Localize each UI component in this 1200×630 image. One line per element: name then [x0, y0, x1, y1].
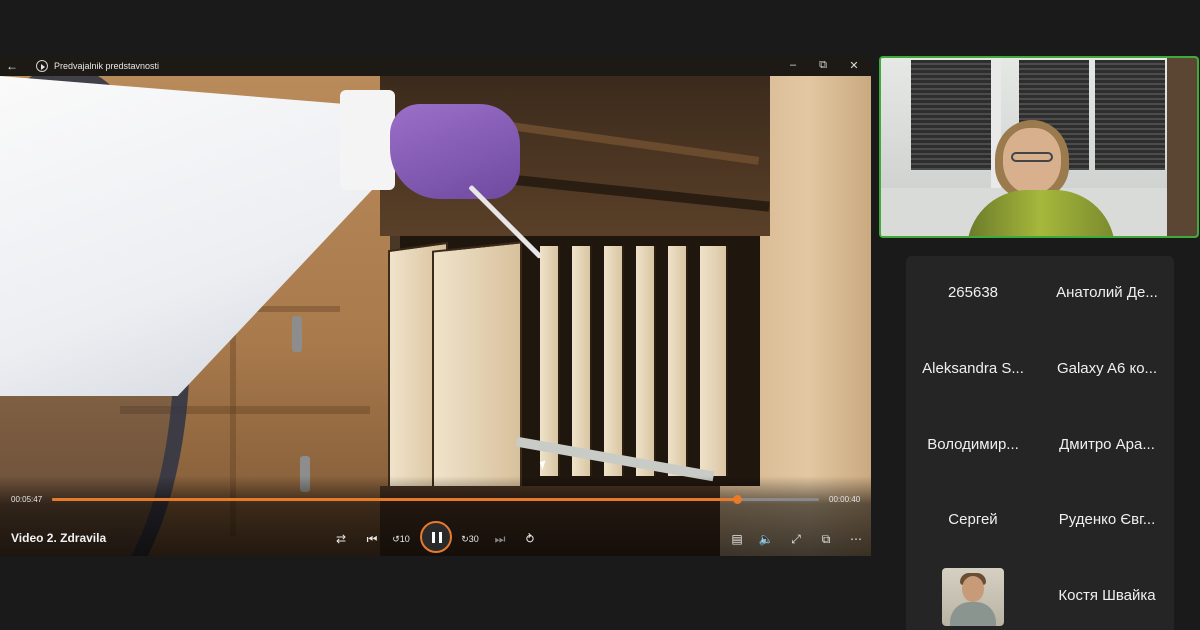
seek-bar[interactable]: [52, 495, 819, 504]
door-hinge: [292, 316, 302, 352]
participants-panel: 265638 Анатолий Де... Aleksandra S... Ga…: [878, 0, 1200, 630]
participant-name[interactable]: Володимир...: [906, 436, 1040, 453]
minimize-icon[interactable]: –: [778, 59, 808, 71]
hive-frame: [572, 246, 592, 476]
remaining-time: 00:00:40: [829, 495, 861, 504]
participant-grid: 265638 Анатолий Де... Aleksandra S... Ga…: [906, 256, 1174, 630]
participant-name[interactable]: Костя Швайка: [1040, 587, 1174, 604]
active-speaker-video[interactable]: [879, 56, 1199, 238]
participant-name[interactable]: 265638: [906, 284, 1040, 301]
restore-icon[interactable]: ⧉: [808, 59, 838, 72]
hive-frame: [636, 246, 656, 476]
elapsed-time: 00:05:47: [11, 495, 43, 504]
window-title: Predvajalnik predstavnosti: [54, 61, 160, 71]
app-icon: [36, 60, 48, 72]
pause-button[interactable]: [420, 521, 452, 553]
bookshelf: [1167, 58, 1197, 236]
participant-name[interactable]: Руденко Євг...: [1040, 511, 1174, 528]
shuffle-icon[interactable]: ⇄: [330, 528, 352, 550]
title-bar: ← Predvajalnik predstavnosti – ⧉ ✕: [0, 56, 871, 76]
back-arrow-icon[interactable]: ←: [0, 59, 24, 73]
close-icon[interactable]: ✕: [839, 59, 869, 72]
participant-name[interactable]: Анатолий Де...: [1040, 284, 1174, 301]
video-title: Video 2. Zdravila: [11, 531, 107, 545]
participant-name[interactable]: Сергей: [906, 511, 1040, 528]
next-icon[interactable]: ⏭: [489, 528, 511, 550]
hive-frame: [700, 246, 728, 476]
seek-bar-progress: [52, 498, 737, 501]
subtitles-icon[interactable]: ▤: [726, 528, 748, 550]
hive-frame: [668, 246, 688, 476]
skip-forward-30-icon[interactable]: ↻30: [459, 528, 481, 550]
previous-icon[interactable]: ⏮: [361, 528, 383, 550]
window-blind: [1095, 60, 1165, 170]
mini-player-icon[interactable]: ⧉: [815, 528, 837, 550]
shared-screen-area: ← Predvajalnik predstavnosti – ⧉ ✕ 00:05…: [0, 0, 878, 630]
media-player-window: ← Predvajalnik predstavnosti – ⧉ ✕ 00:05…: [0, 56, 871, 556]
participant-name[interactable]: Galaxy A6 ко...: [1040, 360, 1174, 377]
avatar-face: [962, 576, 984, 602]
sleeve-cuff: [340, 90, 395, 190]
window-blind: [911, 60, 991, 170]
volume-icon[interactable]: 🔈: [755, 528, 777, 550]
participant-name[interactable]: Aleksandra S...: [906, 360, 1040, 377]
fullscreen-icon[interactable]: ⤢: [785, 528, 807, 550]
participant-avatar[interactable]: [942, 568, 1004, 626]
avatar-body: [950, 602, 996, 626]
more-icon[interactable]: ⋯: [845, 528, 867, 550]
purple-glove: [390, 104, 520, 199]
participant-name[interactable]: Дмитро Ара...: [1040, 436, 1174, 453]
skip-back-10-icon[interactable]: ↺10: [390, 528, 412, 550]
hive-frame: [604, 246, 624, 476]
pause-icon: [432, 532, 435, 543]
playback-controls: 00:05:47 00:00:40 Video 2. Zdravila ⇄ ⏮ …: [0, 476, 871, 556]
pause-icon: [439, 532, 442, 543]
repeat-off-icon[interactable]: ⥁: [519, 528, 541, 550]
seek-handle[interactable]: [732, 495, 742, 504]
glasses: [1011, 152, 1053, 162]
